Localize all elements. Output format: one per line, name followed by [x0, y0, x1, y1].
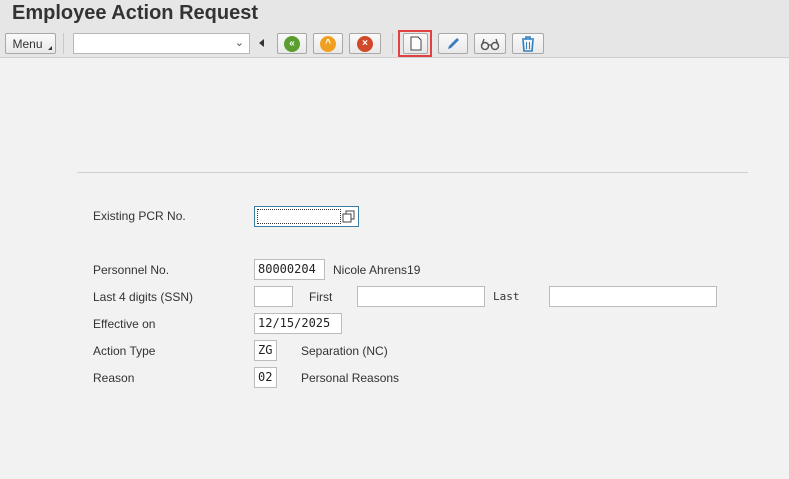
- toolbar-divider: [63, 33, 64, 54]
- change-button[interactable]: [438, 33, 468, 54]
- back-button[interactable]: «: [277, 33, 307, 54]
- ssn-input[interactable]: [254, 286, 293, 307]
- employee-name: Nicole Ahrens19: [333, 263, 421, 277]
- effective-label: Effective on: [93, 317, 156, 331]
- existing-pcr-label: Existing PCR No.: [93, 209, 186, 223]
- trash-icon: [522, 35, 534, 52]
- existing-pcr-value: [257, 209, 341, 224]
- exit-icon: ^: [320, 35, 336, 52]
- display-button[interactable]: [474, 33, 506, 54]
- last-label: Last: [493, 290, 520, 303]
- command-dropdown[interactable]: ⌄: [73, 33, 250, 54]
- action-type-input[interactable]: ZG: [254, 340, 277, 361]
- toolbar-divider: [392, 33, 393, 54]
- glasses-icon: [480, 38, 500, 50]
- page-title: Employee Action Request: [12, 2, 258, 24]
- personnel-label: Personnel No.: [93, 263, 170, 277]
- reason-label: Reason: [93, 371, 135, 385]
- divider: [77, 172, 748, 173]
- cancel-button[interactable]: ×: [349, 33, 381, 54]
- chevron-down-icon: ⌄: [234, 37, 244, 49]
- personnel-input[interactable]: 80000204: [254, 259, 325, 280]
- collapse-arrow-icon[interactable]: [259, 39, 264, 47]
- reason-text: Personal Reasons: [301, 371, 400, 385]
- cancel-icon: ×: [357, 35, 373, 52]
- value-help-icon[interactable]: [342, 210, 355, 223]
- action-type-label: Action Type: [93, 344, 156, 358]
- highlight-box: [398, 30, 432, 57]
- header: Employee Action Request Menu ⌄ « ^ ×: [0, 0, 789, 58]
- first-name-input[interactable]: [357, 286, 485, 307]
- exit-button[interactable]: ^: [313, 33, 343, 54]
- first-label: First: [309, 290, 333, 304]
- existing-pcr-input[interactable]: [254, 206, 359, 227]
- action-type-text: Separation (NC): [301, 344, 388, 358]
- reason-input[interactable]: 02: [254, 367, 277, 388]
- effective-date-input[interactable]: 12/15/2025: [254, 313, 342, 334]
- delete-button[interactable]: [512, 33, 544, 54]
- back-icon: «: [284, 35, 300, 52]
- last-name-input[interactable]: [549, 286, 717, 307]
- pencil-icon: [448, 37, 459, 49]
- menu-button[interactable]: Menu: [5, 33, 56, 54]
- ssn-label: Last 4 digits (SSN): [93, 290, 194, 304]
